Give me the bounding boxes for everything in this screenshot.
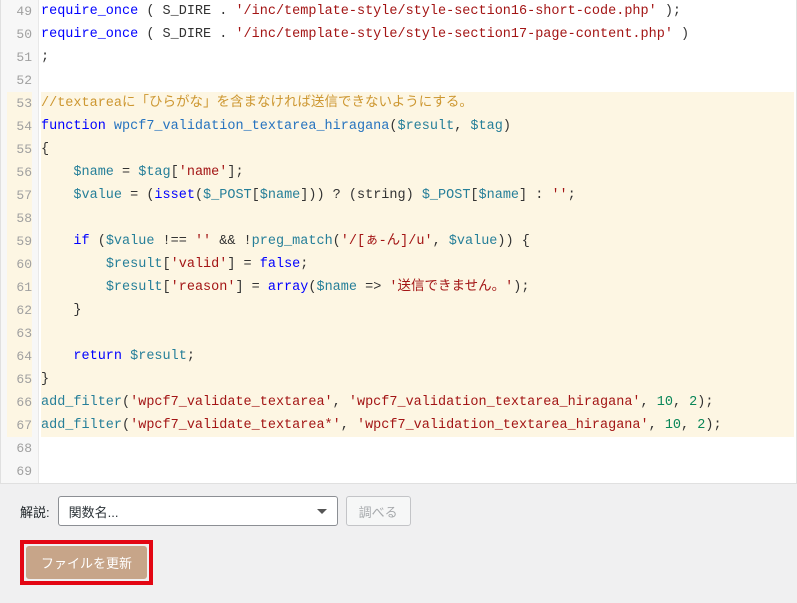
update-button-highlight: ファイルを更新 [20,540,153,585]
lookup-label: 解説: [20,502,50,521]
code-line[interactable]: { [41,138,794,161]
line-number: 51 [7,46,32,69]
code-line[interactable]: } [41,299,794,322]
line-number: 49 [7,0,32,23]
function-lookup-dropdown[interactable]: 関数名... [58,496,338,526]
code-line[interactable]: if ($value !== '' && !preg_match('/[ぁ-ん]… [41,230,794,253]
code-line[interactable]: //textareaに「ひらがな」を含まなければ送信できないようにする。 [41,92,794,115]
code-line[interactable] [41,69,794,92]
line-number: 57 [7,184,32,207]
code-line[interactable]: function wpcf7_validation_textarea_hirag… [41,115,794,138]
code-line[interactable]: $name = $tag['name']; [41,161,794,184]
line-number: 56 [7,161,32,184]
line-number: 66 [7,391,32,414]
code-line[interactable]: add_filter('wpcf7_validate_textarea*', '… [41,414,794,437]
code-line[interactable]: require_once ( S_DIRE . '/inc/template-s… [41,0,794,23]
code-line[interactable]: } [41,368,794,391]
line-number: 67 [7,414,32,437]
line-number: 59 [7,230,32,253]
line-number: 69 [7,460,32,483]
code-line[interactable]: require_once ( S_DIRE . '/inc/template-s… [41,23,794,46]
line-number: 64 [7,345,32,368]
line-number: 63 [7,322,32,345]
line-number: 55 [7,138,32,161]
code-line[interactable]: $result['valid'] = false; [41,253,794,276]
editor-footer: 解説: 関数名... 調べる ファイルを更新 [0,484,797,603]
update-file-button[interactable]: ファイルを更新 [26,546,147,579]
line-number-gutter: 4950515253545556575859606162636465666768… [1,0,39,483]
lookup-button[interactable]: 調べる [346,496,411,526]
line-number: 65 [7,368,32,391]
line-number: 54 [7,115,32,138]
code-content[interactable]: require_once ( S_DIRE . '/inc/template-s… [39,0,796,483]
lookup-row: 解説: 関数名... 調べる [20,496,777,526]
line-number: 68 [7,437,32,460]
dropdown-value: 関数名... [69,502,119,521]
line-number: 53 [7,92,32,115]
line-number: 62 [7,299,32,322]
line-number: 61 [7,276,32,299]
line-number: 50 [7,23,32,46]
code-line[interactable]: $value = (isset($_POST[$name])) ? (strin… [41,184,794,207]
code-line[interactable] [41,322,794,345]
line-number: 52 [7,69,32,92]
line-number: 60 [7,253,32,276]
code-editor: 4950515253545556575859606162636465666768… [0,0,797,484]
code-line[interactable]: ; [41,46,794,69]
code-line[interactable] [41,460,794,483]
code-line[interactable]: add_filter('wpcf7_validate_textarea', 'w… [41,391,794,414]
code-line[interactable]: return $result; [41,345,794,368]
line-number: 58 [7,207,32,230]
code-line[interactable]: $result['reason'] = array($name => '送信でき… [41,276,794,299]
code-area[interactable]: 4950515253545556575859606162636465666768… [1,0,796,483]
code-line[interactable] [41,207,794,230]
code-line[interactable] [41,437,794,460]
